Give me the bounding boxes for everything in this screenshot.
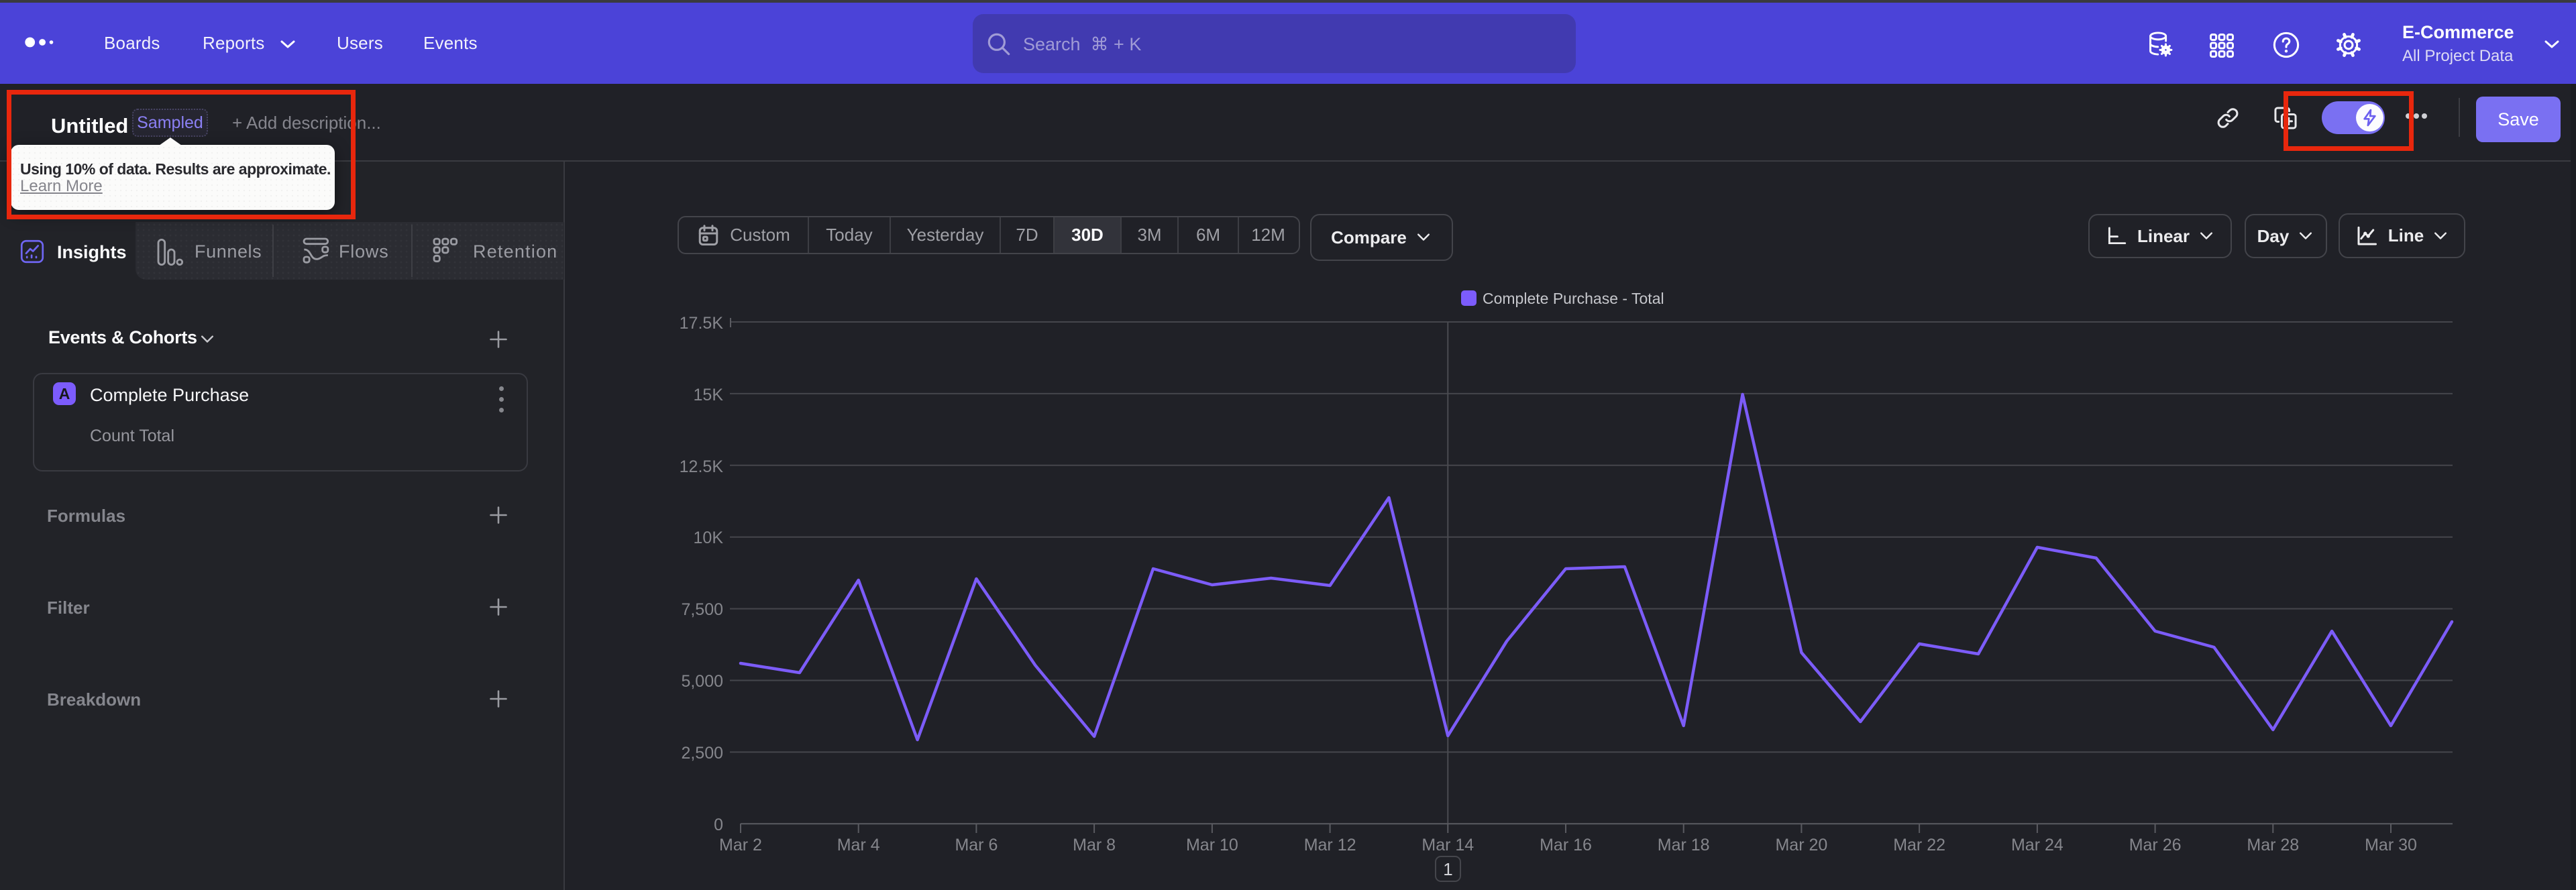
svg-text:Mar 28: Mar 28 xyxy=(2247,836,2299,854)
svg-text:Mar 30: Mar 30 xyxy=(2365,836,2417,854)
svg-text:Mar 16: Mar 16 xyxy=(1540,836,1592,854)
svg-text:Mar 10: Mar 10 xyxy=(1186,836,1238,854)
svg-text:17.5K: 17.5K xyxy=(680,314,724,333)
svg-text:2,500: 2,500 xyxy=(681,744,723,763)
svg-text:Mar 14: Mar 14 xyxy=(1421,836,1474,854)
svg-text:Mar 12: Mar 12 xyxy=(1304,836,1356,854)
svg-text:Mar 6: Mar 6 xyxy=(955,836,998,854)
svg-text:Mar 2: Mar 2 xyxy=(719,836,762,854)
svg-text:15K: 15K xyxy=(694,386,724,404)
svg-text:Mar 4: Mar 4 xyxy=(837,836,880,854)
svg-text:10K: 10K xyxy=(694,529,724,547)
svg-text:Mar 20: Mar 20 xyxy=(1775,836,1827,854)
svg-text:7,500: 7,500 xyxy=(681,600,723,619)
svg-text:5,000: 5,000 xyxy=(681,672,723,691)
svg-text:Mar 22: Mar 22 xyxy=(1893,836,1945,854)
svg-text:Mar 26: Mar 26 xyxy=(2129,836,2182,854)
svg-text:0: 0 xyxy=(714,816,723,834)
svg-text:12.5K: 12.5K xyxy=(680,457,724,476)
svg-text:Mar 8: Mar 8 xyxy=(1073,836,1116,854)
svg-text:Mar 24: Mar 24 xyxy=(2011,836,2063,854)
svg-text:Mar 18: Mar 18 xyxy=(1658,836,1710,854)
